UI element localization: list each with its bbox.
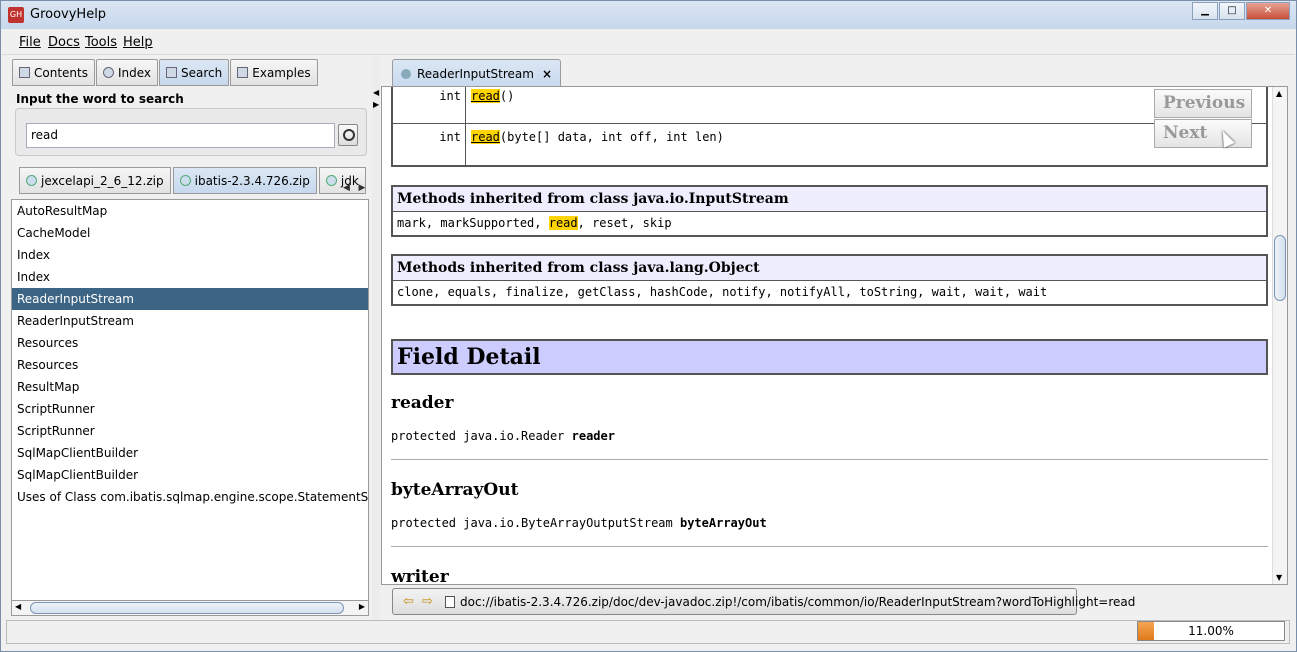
method-link-read[interactable]: read [471, 89, 500, 103]
tab-contents[interactable]: Contents [12, 59, 95, 86]
collapse-left-icon[interactable]: ◀ [373, 88, 379, 97]
field-name: writer [391, 567, 449, 584]
search-button[interactable] [338, 124, 358, 146]
forward-arrow-icon[interactable]: ⇨ [422, 594, 433, 609]
list-item[interactable]: Resources [12, 354, 368, 376]
divider [391, 546, 1268, 547]
book-icon [19, 67, 30, 78]
progress-label: 11.00% [1188, 624, 1234, 638]
examples-icon [237, 67, 249, 78]
method-link-read[interactable]: read [471, 130, 500, 144]
url-text[interactable]: doc://ibatis-2.3.4.726.zip/doc/dev-javad… [460, 595, 1135, 609]
status-bar [6, 620, 1290, 644]
search-panel: read [15, 108, 367, 156]
back-arrow-icon[interactable]: ⇦ [403, 594, 414, 609]
scroll-thumb[interactable] [30, 602, 344, 614]
table-row: int read() [393, 87, 1266, 124]
window-title: GroovyHelp [30, 7, 107, 22]
search-results-list: AutoResultMap CacheModel Index Index Rea… [11, 199, 369, 601]
tab-ibatis-zip[interactable]: ibatis-2.3.4.726.zip [172, 167, 317, 194]
list-item[interactable]: ResultMap [12, 376, 368, 398]
list-horizontal-scrollbar[interactable]: ◀ ▶ [11, 600, 369, 616]
tab-search[interactable]: Search [159, 59, 230, 86]
list-item[interactable]: ReaderInputStream [12, 310, 368, 332]
minimize-button[interactable]: ▁ [1192, 2, 1218, 20]
expand-right-icon[interactable]: ▶ [373, 100, 379, 109]
list-item[interactable]: Index [12, 244, 368, 266]
list-item[interactable]: Index [12, 266, 368, 288]
menu-bar: File Docs Tools Help [2, 29, 1295, 55]
list-item[interactable]: AutoResultMap [12, 200, 368, 222]
document-icon [401, 68, 411, 79]
menu-tools[interactable]: Tools [85, 35, 117, 50]
zip-icon [325, 175, 337, 186]
tab-jexcelapi-zip[interactable]: jexcelapi_2_6_12.zip [19, 167, 171, 194]
menu-file[interactable]: File [19, 35, 41, 50]
address-bar: ⇦ ⇨ doc://ibatis-2.3.4.726.zip/doc/dev-j… [392, 588, 1135, 615]
document-vertical-scrollbar[interactable]: ▲ ▼ [1272, 87, 1287, 584]
magnifier-icon [102, 67, 114, 78]
page-icon [445, 596, 455, 608]
list-item[interactable]: SqlMapClientBuilder [12, 442, 368, 464]
field-signature: protected java.io.Reader reader [391, 429, 615, 443]
previous-button[interactable]: Previous [1154, 89, 1252, 118]
field-signature: protected java.io.ByteArrayOutputStream … [391, 516, 767, 530]
table-row: int read(byte[] data, int off, int len) [393, 124, 1266, 165]
zip-icon [179, 175, 191, 186]
scroll-right-icon[interactable]: ▶ [359, 602, 365, 611]
tab-scroll-arrows[interactable]: ◀ ▶ [343, 183, 365, 193]
search-doc-icon [166, 67, 178, 78]
document-viewer: int read() int read(byte[] data, int off… [381, 86, 1288, 585]
scroll-left-icon[interactable]: ◀ [15, 602, 21, 611]
tab-index[interactable]: Index [95, 59, 159, 86]
scroll-thumb[interactable] [1274, 235, 1286, 301]
list-item[interactable]: SqlMapClientBuilder [12, 464, 368, 486]
method-summary-table: int read() int read(byte[] data, int off… [391, 87, 1268, 167]
list-item[interactable]: ScriptRunner [12, 398, 368, 420]
field-detail-heading: Field Detail [391, 339, 1268, 375]
search-input[interactable]: read [26, 123, 335, 148]
field-name: byteArrayOut [391, 480, 519, 500]
navigator-tabs: Contents Index Search Examples [12, 59, 319, 86]
list-item-selected[interactable]: ReaderInputStream [12, 288, 368, 310]
tab-examples[interactable]: Examples [230, 59, 318, 86]
app-icon: GH [8, 7, 24, 23]
zip-icon [26, 175, 37, 186]
inherited-methods-object: Methods inherited from class java.lang.O… [391, 254, 1268, 306]
highlight-navigation: Previous Next [1154, 89, 1252, 149]
close-window-button[interactable]: ✕ [1246, 2, 1290, 20]
inherited-methods-inputstream: Methods inherited from class java.io.Inp… [391, 185, 1268, 237]
divider [391, 459, 1268, 460]
search-label: Input the word to search [16, 92, 184, 106]
scroll-down-icon[interactable]: ▼ [1276, 573, 1282, 582]
tab-document[interactable]: ReaderInputStream × [392, 59, 562, 87]
next-button[interactable]: Next [1154, 119, 1252, 148]
close-tab-icon[interactable]: × [542, 67, 552, 81]
split-divider[interactable]: ◀ ▶ [372, 56, 380, 618]
list-item[interactable]: ScriptRunner [12, 420, 368, 442]
menu-docs[interactable]: Docs [48, 35, 80, 50]
scroll-up-icon[interactable]: ▲ [1276, 89, 1282, 98]
list-item[interactable]: Resources [12, 332, 368, 354]
maximize-button[interactable]: □ [1219, 2, 1245, 20]
list-item[interactable]: CacheModel [12, 222, 368, 244]
field-name: reader [391, 393, 454, 413]
list-item[interactable]: Uses of Class com.ibatis.sqlmap.engine.s… [12, 486, 368, 508]
zip-tabs: jexcelapi_2_6_12.zip ibatis-2.3.4.726.zi… [19, 167, 368, 194]
menu-help[interactable]: Help [123, 35, 153, 50]
title-bar: GH GroovyHelp ▁ □ ✕ [1, 1, 1296, 29]
progress-bar: 11.00% [1137, 621, 1285, 641]
javadoc-content: int read() int read(byte[] data, int off… [382, 87, 1272, 584]
